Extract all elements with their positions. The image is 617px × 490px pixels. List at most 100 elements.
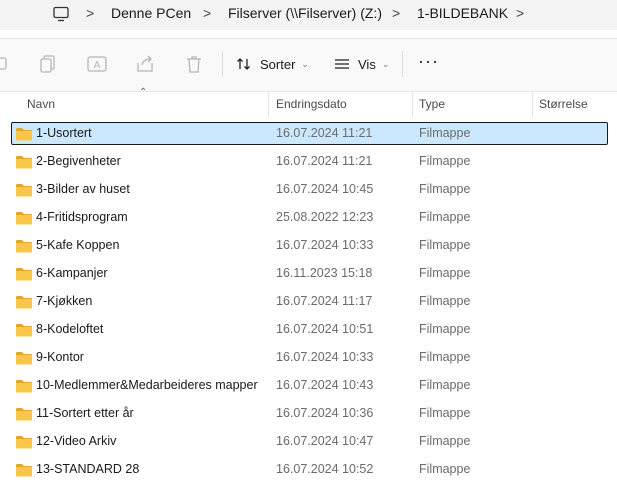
folder-icon <box>16 184 32 197</box>
file-type: Filmappe <box>419 434 471 448</box>
computer-icon <box>53 6 69 22</box>
file-type: Filmappe <box>419 406 471 420</box>
file-row[interactable]: 7-Kjøkken 16.07.2024 11:17 Filmappe <box>0 289 617 317</box>
chevron-down-icon: ⌄ <box>381 58 390 69</box>
file-type: Filmappe <box>419 238 471 252</box>
file-type: Filmappe <box>419 350 471 364</box>
file-name: 2-Begivenheter <box>36 154 121 168</box>
breadcrumb-fileserver[interactable]: Filserver (\\Filserver) (Z:) <box>228 5 382 21</box>
file-name: 8-Kodeloftet <box>36 322 104 336</box>
file-row[interactable]: 1-Usortert 16.07.2024 11:21 Filmappe <box>0 121 617 149</box>
folder-icon <box>16 240 32 253</box>
file-row[interactable]: 8-Kodeloftet 16.07.2024 10:51 Filmappe <box>0 317 617 345</box>
file-name: 1-Usortert <box>36 126 92 140</box>
column-divider[interactable] <box>532 91 533 117</box>
file-name: 13-STANDARD 28 <box>36 462 140 476</box>
file-type: Filmappe <box>419 294 471 308</box>
folder-icon <box>16 156 32 169</box>
file-row[interactable]: 9-Kontor 16.07.2024 10:33 Filmappe <box>0 345 617 373</box>
file-date: 16.07.2024 10:47 <box>276 434 374 448</box>
file-date: 16.07.2024 11:17 <box>276 294 373 308</box>
file-name: 4-Fritidsprogram <box>36 210 128 224</box>
file-date: 16.07.2024 11:21 <box>276 126 373 140</box>
column-divider[interactable] <box>268 91 269 117</box>
file-type: Filmappe <box>419 266 471 280</box>
file-type: Filmappe <box>419 126 471 140</box>
file-date: 16.07.2024 11:21 <box>276 154 373 168</box>
folder-icon <box>16 296 32 309</box>
toolbar-divider <box>222 51 223 77</box>
folder-icon <box>16 324 32 337</box>
column-divider[interactable] <box>412 91 413 117</box>
file-date: 16.07.2024 10:33 <box>276 350 374 364</box>
column-header-size[interactable]: Størrelse <box>539 97 588 111</box>
file-row[interactable]: 12-Video Arkiv 16.07.2024 10:47 Filmappe <box>0 429 617 457</box>
file-row[interactable]: 3-Bilder av huset 16.07.2024 10:45 Filmapp… <box>0 177 617 205</box>
folder-icon <box>16 212 32 225</box>
folder-icon <box>16 436 32 449</box>
rename-icon[interactable]: A <box>86 53 108 75</box>
column-header-type[interactable]: Type <box>419 97 445 111</box>
chevron-right-icon[interactable]: > <box>516 5 524 21</box>
file-type: Filmappe <box>419 210 471 224</box>
sort-ascending-icon: ⌃ <box>139 87 148 98</box>
file-date: 16.07.2024 10:36 <box>276 406 374 420</box>
cut-icon[interactable] <box>0 53 12 75</box>
file-date: 16.07.2024 10:33 <box>276 238 374 252</box>
file-row[interactable]: 4-Fritidsprogram 25.08.2022 12:23 Filmappe <box>0 205 617 233</box>
file-type: Filmappe <box>419 378 471 392</box>
chevron-right-icon[interactable]: > <box>86 5 94 21</box>
sort-label: Sorter <box>260 56 296 72</box>
copy-icon[interactable] <box>38 53 60 75</box>
address-bar[interactable]: > Denne PCen > Filserver (\\Filserver) (… <box>0 0 617 30</box>
folder-icon <box>16 408 32 421</box>
file-type: Filmappe <box>419 182 471 196</box>
file-row[interactable]: 2-Begivenheter 16.07.2024 11:21 Filmappe <box>0 149 617 177</box>
chevron-right-icon[interactable]: > <box>203 5 211 21</box>
file-date: 25.08.2022 12:23 <box>276 210 374 224</box>
file-date: 16.07.2024 10:43 <box>276 378 374 392</box>
view-icon <box>335 59 349 69</box>
file-date: 16.07.2024 10:45 <box>276 182 374 196</box>
file-name: 7-Kjøkken <box>36 294 93 308</box>
folder-icon <box>16 380 32 393</box>
sort-button[interactable]: Sorter ⌄ <box>236 52 309 76</box>
file-type: Filmappe <box>419 154 471 168</box>
column-header-date[interactable]: Endringsdato <box>276 97 347 111</box>
file-row[interactable]: 6-Kampanjer 16.11.2023 15:18 Filmappe <box>0 261 617 289</box>
view-label: Vis <box>358 56 376 72</box>
file-row[interactable]: 11-Sortert etter år 16.07.2024 10:36 Filma… <box>0 401 617 429</box>
folder-icon <box>16 464 32 477</box>
file-name: 9-Kontor <box>36 350 84 364</box>
folder-icon <box>16 128 32 141</box>
file-name: 6-Kampanjer <box>36 266 108 280</box>
folder-icon <box>16 268 32 281</box>
file-date: 16.07.2024 10:52 <box>276 462 374 476</box>
breadcrumb-bildebank[interactable]: 1-BILDEBANK <box>417 5 508 21</box>
delete-icon[interactable] <box>183 53 205 75</box>
more-options-button[interactable]: ··· <box>418 51 439 72</box>
view-button[interactable]: Vis ⌄ <box>334 52 389 76</box>
toolbar-divider <box>402 51 403 77</box>
file-date: 16.07.2024 10:51 <box>276 322 374 336</box>
breadcrumb-this-pc[interactable]: Denne PCen <box>111 5 191 21</box>
command-bar: A Sorter ⌄ Vis ⌄ ··· <box>0 38 617 92</box>
file-name: 3-Bilder av huset <box>36 182 130 196</box>
file-row[interactable]: 13-STANDARD 28 16.07.2024 10:52 Filmappe <box>0 457 617 485</box>
file-date: 16.11.2023 15:18 <box>276 266 373 280</box>
column-header-name[interactable]: Navn <box>27 97 55 111</box>
column-header-row: ⌃ Navn Endringsdato Type Størrelse <box>0 87 617 117</box>
file-row[interactable]: 10-Medlemmer&Medarbeideres mapper 16.07.2… <box>0 373 617 401</box>
file-name: 10-Medlemmer&Medarbeideres mapper <box>36 378 258 392</box>
file-name: 12-Video Arkiv <box>36 434 117 448</box>
file-row[interactable]: 5-Kafe Koppen 16.07.2024 10:33 Filmappe <box>0 233 617 261</box>
chevron-right-icon[interactable]: > <box>392 5 400 21</box>
sort-icon <box>237 58 250 70</box>
folder-icon <box>16 352 32 365</box>
file-name: 5-Kafe Koppen <box>36 238 120 252</box>
share-icon[interactable] <box>134 53 156 75</box>
svg-text:A: A <box>94 60 101 71</box>
chevron-down-icon: ⌄ <box>301 58 309 69</box>
file-type: Filmappe <box>419 322 471 336</box>
file-name: 11-Sortert etter år <box>36 406 134 420</box>
